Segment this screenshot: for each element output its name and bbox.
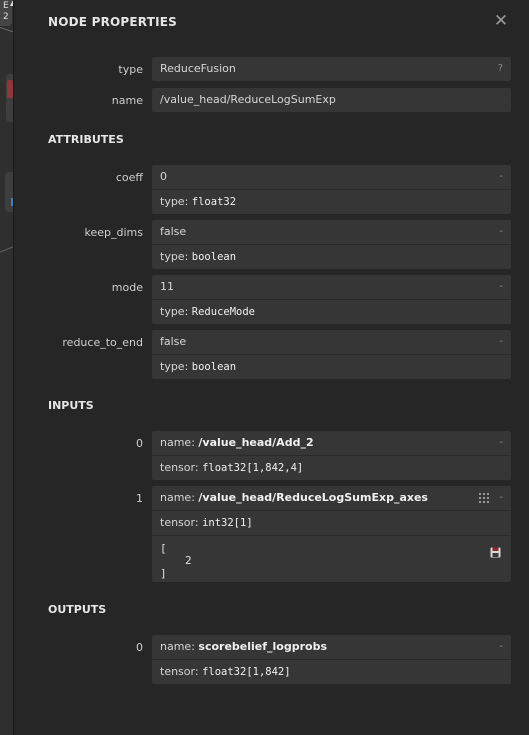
attribute-type: type: ReduceMode bbox=[152, 299, 511, 324]
expand-toggle-icon[interactable]: - bbox=[499, 330, 503, 354]
expand-toggle-icon[interactable]: - bbox=[499, 165, 503, 189]
output-name: name: scorebelief_logprobs - bbox=[152, 635, 511, 659]
attribute-value-box[interactable]: false - type: boolean bbox=[152, 330, 511, 379]
tensor-value-open: [ bbox=[160, 542, 167, 555]
graph-node[interactable]: E ▲ 2 bbox=[0, 0, 13, 26]
graph-node[interactable] bbox=[6, 74, 13, 122]
attribute-value: false - bbox=[152, 330, 511, 354]
attribute-type-value: boolean bbox=[191, 251, 237, 263]
attribute-value-text: false bbox=[160, 335, 187, 348]
output-tensor: tensor: float32[1,842] bbox=[152, 659, 511, 684]
close-icon[interactable]: ✕ bbox=[492, 11, 510, 31]
attribute-type: type: boolean bbox=[152, 354, 511, 379]
grid-icon[interactable] bbox=[479, 493, 489, 503]
output-index: 0 bbox=[136, 641, 143, 654]
attribute-type-value: boolean bbox=[191, 361, 237, 373]
tensor-value-close: ] bbox=[160, 567, 167, 580]
property-value: ReduceFusion ? bbox=[152, 57, 511, 81]
input-value-box[interactable]: name: /value_head/ReduceLogSumExp_axes -… bbox=[152, 486, 511, 582]
input-tensor-type: int32[1] bbox=[202, 517, 253, 529]
help-icon[interactable]: ? bbox=[498, 57, 503, 81]
attribute-type-value: ReduceMode bbox=[191, 306, 255, 318]
output-name-value[interactable]: scorebelief_logprobs bbox=[198, 640, 327, 653]
property-label: type bbox=[118, 63, 143, 76]
graph-node-sublabel: 2 bbox=[3, 12, 9, 22]
property-label: name bbox=[111, 94, 143, 107]
type-prefix: type: bbox=[160, 195, 189, 208]
input-name-value[interactable]: /value_head/Add_2 bbox=[198, 436, 313, 449]
attribute-value-text: false bbox=[160, 225, 187, 238]
graph-node[interactable] bbox=[5, 172, 13, 212]
property-value-box[interactable]: ReduceFusion ? bbox=[152, 57, 511, 81]
save-icon[interactable] bbox=[490, 547, 501, 558]
tensor-prefix: tensor: bbox=[160, 665, 199, 678]
section-title-attributes: ATTRIBUTES bbox=[48, 133, 124, 146]
expand-toggle-icon[interactable]: - bbox=[499, 635, 503, 659]
tensor-value: [ 2 ] bbox=[152, 535, 511, 582]
name-prefix: name: bbox=[160, 491, 195, 504]
input-name: name: /value_head/Add_2 - bbox=[152, 431, 511, 455]
expand-toggle-icon[interactable]: - bbox=[499, 486, 503, 510]
attribute-label: mode bbox=[111, 281, 143, 294]
input-name-value[interactable]: /value_head/ReduceLogSumExp_axes bbox=[198, 491, 428, 504]
attribute-type: type: boolean bbox=[152, 244, 511, 269]
panel-title: NODE PROPERTIES bbox=[48, 15, 177, 29]
attribute-value: 11 - bbox=[152, 275, 511, 299]
input-name: name: /value_head/ReduceLogSumExp_axes - bbox=[152, 486, 511, 510]
output-tensor-type: float32[1,842] bbox=[202, 666, 291, 678]
graph-edge bbox=[0, 242, 13, 255]
input-tensor-type: float32[1,842,4] bbox=[202, 462, 304, 474]
attribute-value-text: 11 bbox=[160, 280, 174, 293]
expand-toggle-icon[interactable]: - bbox=[499, 220, 503, 244]
type-prefix: type: bbox=[160, 250, 189, 263]
type-value: ReduceFusion bbox=[160, 62, 236, 75]
type-prefix: type: bbox=[160, 360, 189, 373]
input-tensor: tensor: float32[1,842,4] bbox=[152, 455, 511, 480]
graph-canvas[interactable]: E ▲ 2 bbox=[0, 0, 13, 735]
attribute-label: coeff bbox=[115, 171, 143, 184]
expand-toggle-icon[interactable]: - bbox=[499, 275, 503, 299]
expand-toggle-icon[interactable]: - bbox=[499, 431, 503, 455]
tensor-prefix: tensor: bbox=[160, 461, 199, 474]
input-value-box[interactable]: name: /value_head/Add_2 - tensor: float3… bbox=[152, 431, 511, 480]
attribute-type-value: float32 bbox=[191, 196, 237, 208]
graph-edge bbox=[0, 25, 13, 36]
section-title-outputs: OUTPUTS bbox=[48, 603, 107, 616]
attribute-value-text: 0 bbox=[160, 170, 167, 183]
name-prefix: name: bbox=[160, 436, 195, 449]
name-prefix: name: bbox=[160, 640, 195, 653]
attribute-label: reduce_to_end bbox=[62, 336, 143, 349]
input-index: 0 bbox=[136, 437, 143, 450]
tensor-value-item: 2 bbox=[185, 554, 192, 567]
attribute-type: type: float32 bbox=[152, 189, 511, 214]
type-prefix: type: bbox=[160, 305, 189, 318]
property-value: /value_head/ReduceLogSumExp bbox=[160, 93, 336, 106]
section-title-inputs: INPUTS bbox=[48, 399, 94, 412]
input-tensor: tensor: int32[1] bbox=[152, 510, 511, 535]
attribute-value-box[interactable]: 11 - type: ReduceMode bbox=[152, 275, 511, 324]
input-index: 1 bbox=[136, 492, 143, 505]
attribute-value-box[interactable]: false - type: boolean bbox=[152, 220, 511, 269]
output-value-box[interactable]: name: scorebelief_logprobs - tensor: flo… bbox=[152, 635, 511, 684]
property-value-box[interactable]: /value_head/ReduceLogSumExp bbox=[152, 88, 511, 112]
attribute-value-box[interactable]: 0 - type: float32 bbox=[152, 165, 511, 214]
attribute-value: false - bbox=[152, 220, 511, 244]
tensor-prefix: tensor: bbox=[160, 516, 199, 529]
attribute-label: keep_dims bbox=[84, 226, 143, 239]
node-properties-panel: NODE PROPERTIES ✕ type ReduceFusion ? na… bbox=[13, 0, 529, 735]
attribute-value: 0 - bbox=[152, 165, 511, 189]
